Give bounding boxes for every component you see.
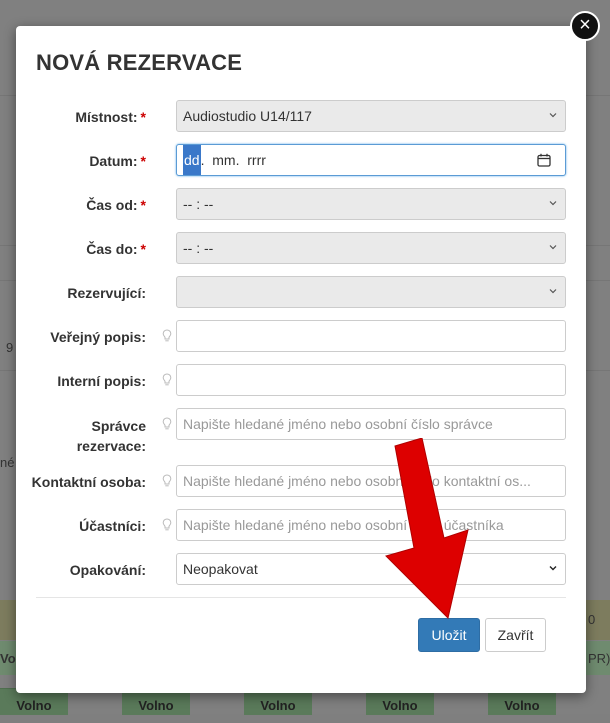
close-modal-icon[interactable]: ×: [570, 11, 600, 41]
date-year-segment[interactable]: rrrr: [247, 145, 266, 175]
lightbulb-icon: [162, 373, 172, 386]
lightbulb-icon: [162, 474, 172, 487]
repeat-select[interactable]: Neopakovat: [176, 553, 566, 585]
date-month-segment[interactable]: mm: [212, 145, 235, 175]
date-day-segment[interactable]: dd: [183, 145, 201, 175]
manager-label: Správce rezervace:: [76, 418, 146, 454]
date-separator: .: [200, 152, 205, 168]
background-fragment: né: [0, 455, 15, 470]
date-input[interactable]: dd. mm. rrrr: [176, 144, 566, 176]
chevron-down-icon: [549, 245, 557, 250]
calendar-icon[interactable]: [537, 153, 551, 167]
contact-placeholder: Napište hledané jméno nebo osobní číslo …: [183, 473, 531, 489]
required-mark: *: [140, 153, 146, 169]
chevron-down-icon: [549, 566, 557, 571]
time-to-label: Čas do: *: [86, 241, 146, 257]
time-to-select[interactable]: -- : --: [176, 232, 566, 264]
time-to-value: -- : --: [183, 240, 214, 256]
public-description-label: Veřejný popis:: [50, 329, 146, 345]
date-label: Datum: *: [89, 153, 146, 169]
required-mark: *: [140, 109, 146, 125]
manager-placeholder: Napište hledané jméno nebo osobní číslo …: [183, 416, 493, 432]
chevron-down-icon: [549, 201, 557, 206]
participants-placeholder: Napište hledané jméno nebo osobní číslo …: [183, 517, 504, 533]
room-select[interactable]: Audiostudio U14/117: [176, 100, 566, 132]
participants-search-input[interactable]: Napište hledané jméno nebo osobní číslo …: [176, 509, 566, 541]
annotation-arrow-icon: [385, 438, 469, 619]
chevron-down-icon: [549, 289, 557, 294]
close-button[interactable]: Zavřít: [485, 618, 546, 652]
modal-title: NOVÁ REZERVACE: [36, 50, 243, 75]
reserver-label: Rezervující:: [67, 285, 146, 301]
public-description-input[interactable]: [176, 320, 566, 352]
participants-label: Účastníci:: [79, 518, 146, 534]
required-mark: *: [140, 241, 146, 257]
lightbulb-icon: [162, 518, 172, 531]
reserver-select[interactable]: [176, 276, 566, 308]
time-from-label: Čas od: *: [86, 197, 146, 213]
time-from-value: -- : --: [183, 196, 214, 212]
date-separator: .: [235, 152, 240, 168]
contact-label: Kontaktní osoba:: [31, 474, 146, 490]
internal-description-input[interactable]: [176, 364, 566, 396]
repeat-label: Opakování:: [69, 562, 146, 578]
lightbulb-icon: [162, 329, 172, 342]
contact-search-input[interactable]: Napište hledané jméno nebo osobní číslo …: [176, 465, 566, 497]
chevron-down-icon: [549, 113, 557, 118]
new-reservation-modal: NOVÁ REZERVACE Místnost: * Audiostudio U1…: [16, 26, 586, 693]
background-fragment: 0: [588, 612, 596, 627]
required-mark: *: [140, 197, 146, 213]
background-fragment: PR): [588, 651, 610, 666]
manager-search-input[interactable]: Napište hledané jméno nebo osobní číslo …: [176, 408, 566, 440]
room-value: Audiostudio U14/117: [183, 108, 312, 124]
repeat-value: Neopakovat: [183, 561, 258, 577]
time-from-select[interactable]: -- : --: [176, 188, 566, 220]
room-label: Místnost: *: [75, 109, 146, 125]
lightbulb-icon: [162, 417, 172, 430]
background-fragment: 9: [6, 340, 14, 355]
internal-description-label: Interní popis:: [57, 373, 146, 389]
